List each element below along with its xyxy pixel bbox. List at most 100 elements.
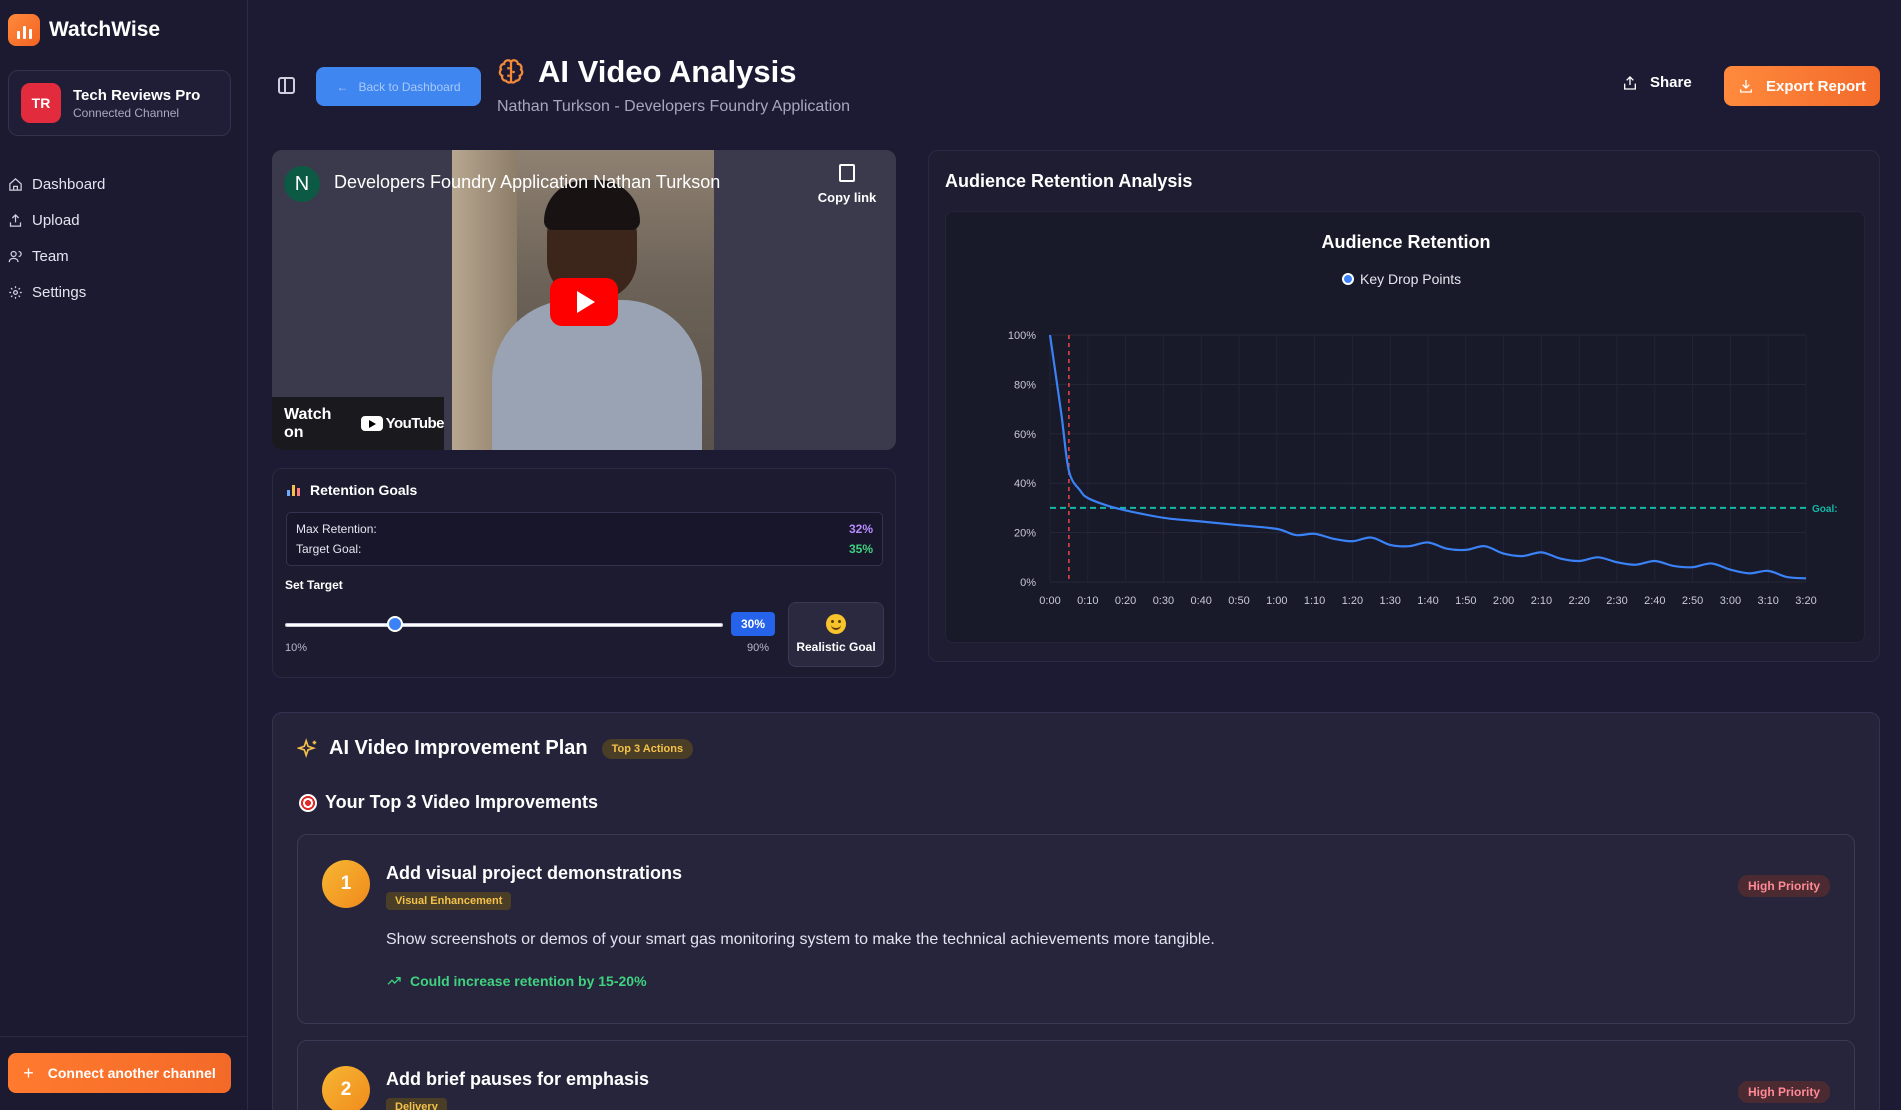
legend-marker: [1342, 273, 1354, 285]
sidebar-nav: Dashboard Upload Team Settings: [8, 166, 105, 310]
audience-retention-panel: Audience Retention Analysis Audience Ret…: [928, 150, 1880, 662]
retention-panel-title: Audience Retention Analysis: [945, 171, 1193, 191]
app-name: WatchWise: [49, 18, 161, 41]
improvement-title: Add brief pauses for emphasis: [386, 1069, 650, 1089]
target-slider-track[interactable]: [285, 623, 723, 627]
realistic-goal-label: Realistic Goal: [796, 640, 876, 654]
y-tick-label: 80%: [1014, 379, 1036, 391]
improvement-title: Add visual project demonstrations: [386, 863, 683, 883]
copy-icon: [839, 164, 855, 182]
channel-status: Connected Channel: [73, 105, 180, 120]
channel-card[interactable]: TR Tech Reviews Pro Connected Channel: [8, 70, 231, 136]
trending-up-icon: [387, 977, 401, 985]
page-header: AI Video Analysis Nathan Turkson - Devel…: [496, 54, 850, 116]
target-goal-label: Target Goal:: [296, 542, 362, 556]
bar-chart-icon: [287, 484, 300, 496]
video-title[interactable]: Developers Foundry Application Nathan Tu…: [334, 172, 720, 193]
sidebar-item-label: Upload: [32, 211, 80, 229]
sidebar-item-label: Dashboard: [32, 175, 106, 193]
x-tick-label: 0:40: [1190, 595, 1211, 607]
target-icon: [299, 793, 317, 812]
smile-icon: [826, 614, 846, 634]
sidebar-item-upload[interactable]: Upload: [8, 202, 105, 238]
y-tick-label: 60%: [1014, 429, 1036, 441]
x-tick-label: 2:30: [1606, 595, 1627, 607]
share-icon: [1624, 75, 1636, 90]
improvement-plan-heading: AI Video Improvement Plan Top 3 Actions: [297, 737, 694, 760]
video-player[interactable]: N Developers Foundry Application Nathan …: [272, 150, 896, 450]
max-retention-label: Max Retention:: [296, 522, 377, 536]
copy-link-button[interactable]: Copy link: [812, 164, 882, 205]
retention-goals-title: Retention Goals: [310, 482, 418, 498]
brand[interactable]: WatchWise: [8, 14, 160, 46]
users-icon: [8, 250, 22, 262]
target-value-badge: 30%: [731, 612, 775, 636]
youtube-logo-icon: YouTube: [360, 415, 445, 432]
retention-chart-svg: Audience Retention Key Drop Points 0% 20%…: [1008, 232, 1838, 607]
back-to-dashboard-button[interactable]: ← Back to Dashboard: [316, 67, 481, 106]
channel-avatar: TR: [21, 83, 61, 123]
x-tick-label: 2:50: [1682, 595, 1703, 607]
improvement-description: Show screenshots or demos of your smart …: [386, 931, 1215, 948]
sidebar: WatchWise TR Tech Reviews Pro Connected …: [0, 0, 248, 1110]
share-label: Share: [1650, 74, 1692, 91]
improvement-impact-text: Could increase retention by 15-20%: [410, 973, 647, 989]
realistic-goal-button[interactable]: Realistic Goal: [788, 602, 884, 667]
sidebar-item-settings[interactable]: Settings: [8, 274, 105, 310]
improvement-item[interactable]: 1 Add visual project demonstrations Visu…: [297, 834, 1855, 1024]
x-tick-label: 0:30: [1153, 595, 1174, 607]
x-tick-label: 2:10: [1531, 595, 1552, 607]
y-tick-label: 40%: [1014, 478, 1036, 490]
x-tick-label: 1:40: [1417, 595, 1438, 607]
watch-on-youtube-button[interactable]: Watch on YouTube: [272, 397, 445, 450]
play-icon[interactable]: [550, 278, 618, 326]
back-button-label: Back to Dashboard: [358, 79, 461, 94]
retention-chart: Audience Retention Key Drop Points 0% 20%…: [945, 211, 1865, 643]
improvement-tag: Visual Enhancement: [386, 892, 512, 910]
y-tick-label: 0%: [1020, 577, 1036, 589]
page-title: AI Video Analysis: [538, 54, 797, 89]
y-tick-label: 100%: [1008, 330, 1036, 342]
page-subtitle: Nathan Turkson - Developers Foundry Appl…: [497, 98, 851, 115]
improvement-plan-title: AI Video Improvement Plan: [329, 737, 588, 759]
top-actions-badge: Top 3 Actions: [601, 738, 694, 759]
video-channel-avatar[interactable]: N: [284, 166, 320, 202]
download-icon: [1739, 80, 1752, 93]
slider-min-label: 10%: [285, 642, 308, 654]
x-tick-label: 3:10: [1757, 595, 1778, 607]
target-slider-thumb[interactable]: [386, 616, 403, 632]
share-button[interactable]: Share: [1622, 74, 1692, 91]
max-retention-value: 32%: [848, 522, 873, 536]
goal-label: Goal:: [1812, 504, 1838, 515]
bar-chart-logo-icon: [8, 14, 40, 46]
improvement-item[interactable]: 2 Add brief pauses for emphasis Delivery…: [297, 1040, 1855, 1110]
x-tick-label: 3:20: [1795, 595, 1816, 607]
sidebar-item-label: Settings: [32, 283, 87, 301]
connect-channel-button[interactable]: + Connect another channel: [8, 1053, 231, 1093]
upload-icon: [9, 213, 22, 227]
sidebar-item-dashboard[interactable]: Dashboard: [8, 166, 105, 202]
export-label: Export Report: [1765, 77, 1866, 95]
improvement-tag: Delivery: [386, 1098, 447, 1110]
channel-name: Tech Reviews Pro: [73, 86, 201, 104]
x-tick-label: 3:00: [1720, 595, 1741, 607]
slider-max-label: 90%: [747, 642, 770, 654]
sidebar-item-team[interactable]: Team: [8, 238, 105, 274]
legend-label[interactable]: Key Drop Points: [1360, 271, 1461, 287]
x-tick-label: 1:50: [1455, 595, 1476, 607]
home-icon: [9, 177, 22, 191]
sidebar-toggle-icon[interactable]: [278, 77, 295, 94]
sidebar-item-label: Team: [32, 247, 69, 265]
y-tick-label: 20%: [1014, 528, 1036, 540]
x-tick-label: 0:50: [1228, 595, 1249, 607]
x-tick-label: 2:00: [1493, 595, 1514, 607]
connect-channel-label: Connect another channel: [47, 1065, 216, 1081]
copy-link-label: Copy link: [817, 190, 877, 205]
priority-badge: High Priority: [1737, 1081, 1830, 1103]
priority-badge: High Priority: [1737, 875, 1830, 897]
improvement-number: 2: [322, 1066, 370, 1110]
x-tick-label: 2:20: [1568, 595, 1589, 607]
brain-icon: [498, 59, 524, 84]
export-report-button[interactable]: Export Report: [1724, 66, 1880, 106]
x-tick-label: 1:10: [1304, 595, 1325, 607]
